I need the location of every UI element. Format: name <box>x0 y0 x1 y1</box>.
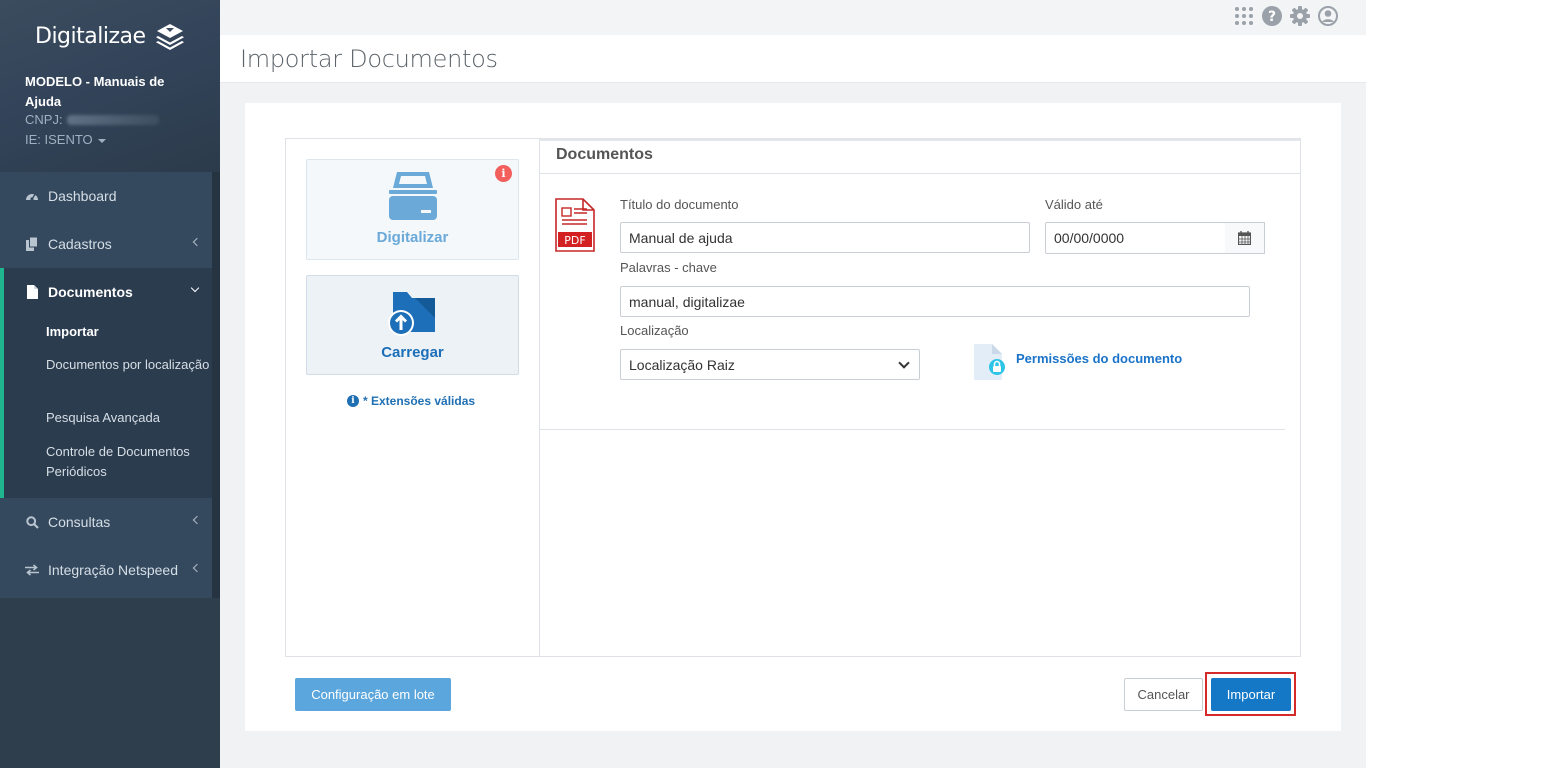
valid-extensions-link[interactable]: i * Extensões válidas <box>347 394 475 408</box>
location-label: Localização <box>620 323 689 338</box>
chevron-left-icon <box>192 515 202 525</box>
sidebar-item-label: Consultas <box>48 514 111 530</box>
valid-extensions-label: * Extensões válidas <box>363 394 476 408</box>
pdf-file-icon: PDF <box>555 198 595 252</box>
top-bar-icons: ? <box>1234 6 1338 26</box>
gear-icon[interactable] <box>1290 6 1310 26</box>
exchange-icon <box>25 563 39 577</box>
valid-until-label: Válido até <box>1045 197 1103 212</box>
import-button[interactable]: Importar <box>1211 678 1291 711</box>
batch-config-button[interactable]: Configuração em lote <box>295 678 451 711</box>
page-title: Importar Documentos <box>240 45 498 73</box>
sidebar-subitem-documentos-por-localizacao[interactable]: Documentos por localização <box>46 355 216 375</box>
search-icon <box>25 515 39 529</box>
sidebar-item-label: Cadastros <box>48 236 112 252</box>
chevron-left-icon <box>192 237 202 247</box>
pdf-type-label: PDF <box>564 234 585 247</box>
sidebar-item-label: Integração Netspeed <box>48 562 178 578</box>
sidebar-item-dashboard[interactable]: Dashboard <box>0 172 212 220</box>
document-permissions-link[interactable]: Permissões do documento <box>1016 351 1182 366</box>
keywords-input[interactable]: manual, digitalizae <box>620 286 1250 317</box>
svg-text:?: ? <box>1268 9 1276 25</box>
company-name: MODELO - Manuais de Ajuda <box>25 74 165 109</box>
cnpj-label: CNPJ: <box>25 112 63 127</box>
brand-name: Digitalizae <box>35 23 146 49</box>
sidebar-item-cadastros[interactable]: Cadastros <box>0 220 212 268</box>
carregar-button[interactable]: Carregar <box>306 275 519 375</box>
documents-header: Documentos <box>540 139 1300 174</box>
valid-until-input[interactable]: 00/00/0000 <box>1045 222 1226 254</box>
cancel-button[interactable]: Cancelar <box>1124 678 1203 711</box>
keywords-label: Palavras - chave <box>620 260 717 275</box>
apps-grid-icon[interactable] <box>1234 6 1254 26</box>
brand-logo[interactable]: Digitalizae <box>35 22 186 50</box>
digitalizar-button[interactable]: Digitalizar <box>306 159 519 260</box>
file-icon <box>25 285 39 299</box>
company-cnpj: CNPJ: <box>25 112 159 127</box>
carregar-label: Carregar <box>381 344 444 361</box>
copy-icon <box>25 237 39 251</box>
sidebar-subitem-controle-documentos-periodicos[interactable]: Controle de Documentos Periódicos <box>46 442 216 482</box>
sidebar-subitem-importar[interactable]: Importar <box>46 322 216 342</box>
layers-logo-icon <box>155 24 184 50</box>
chevron-down-icon <box>190 283 200 293</box>
documents-panel <box>539 138 1301 657</box>
top-bar: ? <box>220 0 1366 35</box>
sidebar-item-integracao-netspeed[interactable]: Integração Netspeed <box>0 546 212 594</box>
sidebar-item-documentos[interactable]: Documentos <box>0 268 212 316</box>
keywords-value: manual, digitalizae <box>629 293 745 310</box>
location-value: Localização Raiz <box>629 356 735 373</box>
user-icon[interactable] <box>1318 6 1338 26</box>
cnpj-redacted <box>66 114 159 125</box>
valid-until-value: 00/00/0000 <box>1054 230 1125 246</box>
company-ie-dropdown[interactable]: IE: ISENTO <box>25 132 106 147</box>
info-icon: i <box>347 395 359 407</box>
caret-down-icon <box>97 138 106 143</box>
calendar-button[interactable] <box>1225 222 1265 254</box>
location-select[interactable]: Localização Raiz <box>620 349 920 380</box>
scanner-icon <box>389 172 437 220</box>
digitalizar-label: Digitalizar <box>376 229 449 246</box>
help-icon[interactable]: ? <box>1262 6 1282 26</box>
document-title-input[interactable]: Manual de ajuda <box>620 222 1030 253</box>
dashboard-icon <box>25 189 39 203</box>
sidebar-item-label: Documentos <box>48 284 133 300</box>
chevron-left-icon <box>192 563 202 573</box>
document-lock-icon[interactable] <box>972 342 1006 382</box>
folder-upload-icon <box>388 292 435 336</box>
header-divider <box>540 139 1300 141</box>
page-header: Importar Documentos <box>220 35 1366 83</box>
sidebar-subitem-pesquisa-avancada[interactable]: Pesquisa Avançada <box>46 408 216 428</box>
ie-label: IE: ISENTO <box>25 132 93 147</box>
chevron-down-icon <box>898 357 910 369</box>
title-label: Título do documento <box>620 197 739 212</box>
info-badge-icon[interactable]: i <box>495 165 512 182</box>
documents-divider <box>540 429 1285 430</box>
sidebar-header: Digitalizae MODELO - Manuais de Ajuda CN… <box>0 0 220 172</box>
sidebar: Digitalizae MODELO - Manuais de Ajuda CN… <box>0 0 220 768</box>
calendar-icon <box>1238 231 1251 245</box>
sidebar-group-documentos: Documentos Importar Documentos por local… <box>0 268 212 499</box>
documents-title: Documentos <box>556 146 653 163</box>
sidebar-scrollbar[interactable] <box>212 172 220 598</box>
sidebar-item-consultas[interactable]: Consultas <box>0 498 212 546</box>
sidebar-item-label: Dashboard <box>48 188 117 204</box>
document-title-value: Manual de ajuda <box>629 229 733 246</box>
